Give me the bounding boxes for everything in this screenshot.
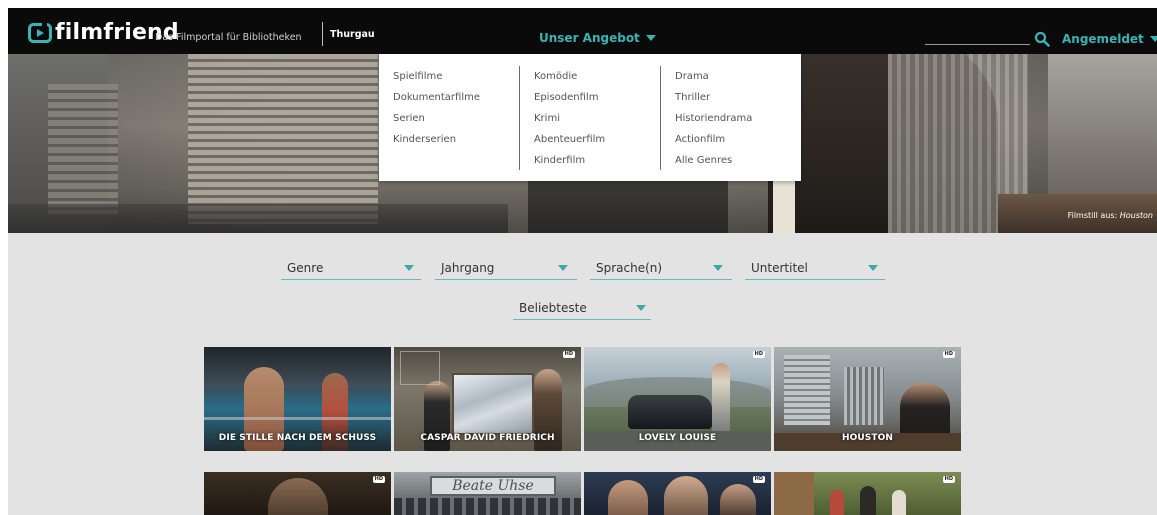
subtitles-filter-select[interactable]: Untertitel	[745, 258, 885, 280]
hero-caption-title: Houston	[1119, 211, 1153, 220]
menu-item-episodenfilm[interactable]: Episodenfilm	[534, 87, 605, 108]
offer-dropdown-menu: Spielfilme Dokumentarfilme Serien Kinder…	[379, 54, 801, 181]
hero-ground	[8, 204, 508, 233]
menu-item-kinderfilm[interactable]: Kinderfilm	[534, 150, 605, 171]
chevron-down-icon	[404, 265, 414, 271]
menu-item-historiendrama[interactable]: Historiendrama	[675, 108, 752, 129]
tile-building	[774, 472, 814, 515]
filter-label: Genre	[287, 261, 324, 275]
tile-figure	[268, 478, 328, 515]
movie-tile[interactable]: HD	[584, 472, 771, 515]
movie-title: HOUSTON	[842, 433, 893, 443]
chevron-down-icon	[713, 265, 723, 271]
tile-figure	[664, 476, 708, 515]
movie-tile[interactable]: HD LOVELY LOUISE	[584, 347, 771, 451]
hd-badge: HD	[942, 476, 955, 483]
menu-column-genres-a: Komödie Episodenfilm Krimi Abenteuerfilm…	[534, 66, 605, 171]
menu-divider	[660, 66, 661, 170]
menu-item-spielfilme[interactable]: Spielfilme	[393, 66, 480, 87]
hd-badge: HD	[752, 351, 765, 358]
site-tagline: Das Filmportal für Bibliotheken	[155, 32, 302, 43]
tile-window-frame	[400, 351, 440, 385]
tile-figure	[830, 490, 844, 515]
menu-item-krimi[interactable]: Krimi	[534, 108, 605, 129]
menu-column-genres-b: Drama Thriller Historiendrama Actionfilm…	[675, 66, 752, 171]
hd-badge: HD	[562, 351, 575, 358]
tile-painting	[452, 373, 534, 435]
page: filmfriend Das Filmportal für Bibliothek…	[8, 8, 1157, 515]
hero-caption-prefix: Filmstill aus:	[1067, 211, 1118, 220]
header-divider	[322, 22, 323, 46]
menu-divider	[519, 66, 520, 170]
movie-tile[interactable]: HD CASPAR DAVID FRIEDRICH	[394, 347, 581, 451]
menu-item-drama[interactable]: Drama	[675, 66, 752, 87]
tile-figure	[892, 490, 906, 515]
chevron-down-icon	[558, 265, 568, 271]
play-logo-icon	[28, 23, 52, 43]
movie-tile[interactable]: HD HOUSTON	[774, 347, 961, 451]
menu-item-serien[interactable]: Serien	[393, 108, 480, 129]
offer-menu-label: Unser Angebot	[539, 31, 640, 45]
chevron-down-icon	[636, 305, 646, 311]
search-icon[interactable]	[1034, 31, 1050, 47]
filter-label: Sprache(n)	[596, 261, 663, 275]
genre-filter-select[interactable]: Genre	[281, 258, 421, 280]
menu-item-kinderserien[interactable]: Kinderserien	[393, 129, 480, 150]
account-label: Angemeldet	[1062, 32, 1144, 46]
tile-figure	[712, 363, 730, 439]
hero-building	[188, 54, 378, 224]
tile-scene	[204, 347, 391, 387]
hd-badge: HD	[942, 351, 955, 358]
menu-column-formats: Spielfilme Dokumentarfilme Serien Kinder…	[393, 66, 480, 150]
tile-figure	[720, 484, 756, 515]
menu-item-dokumentarfilme[interactable]: Dokumentarfilme	[393, 87, 480, 108]
tile-storefront	[394, 498, 581, 515]
movie-tile[interactable]: HD	[204, 472, 391, 515]
chevron-down-icon	[1149, 36, 1157, 42]
menu-item-komoedie[interactable]: Komödie	[534, 66, 605, 87]
tile-car	[628, 395, 712, 429]
menu-item-alle-genres[interactable]: Alle Genres	[675, 150, 752, 171]
movie-title: LOVELY LOUISE	[638, 433, 717, 443]
library-name: Thurgau	[330, 29, 375, 40]
language-filter-select[interactable]: Sprache(n)	[590, 258, 732, 280]
top-navigation-bar: filmfriend Das Filmportal für Bibliothek…	[8, 8, 1157, 54]
tile-shop-sign: Beate Uhse	[430, 476, 556, 496]
tile-railing	[204, 417, 391, 420]
tile-figure	[608, 480, 648, 515]
menu-item-thriller[interactable]: Thriller	[675, 87, 752, 108]
menu-item-actionfilm[interactable]: Actionfilm	[675, 129, 752, 150]
year-filter-select[interactable]: Jahrgang	[435, 258, 577, 280]
hero-building	[48, 84, 118, 214]
movie-tile[interactable]: Beate Uhse	[394, 472, 581, 515]
filter-label: Untertitel	[751, 261, 808, 275]
search-input[interactable]	[925, 44, 1030, 45]
chevron-down-icon	[645, 35, 656, 41]
chevron-down-icon	[868, 265, 878, 271]
movie-tile[interactable]: DIE STILLE NACH DEM SCHUSS	[204, 347, 391, 451]
filter-label: Jahrgang	[441, 261, 495, 275]
tile-skyline	[784, 355, 830, 425]
movie-tile[interactable]: HD	[774, 472, 961, 515]
hd-badge: HD	[752, 476, 765, 483]
hero-person-collar	[773, 174, 795, 233]
hd-badge: HD	[372, 476, 385, 483]
hero-caption: Filmstill aus: Houston	[1068, 211, 1153, 221]
movie-title: DIE STILLE NACH DEM SCHUSS	[218, 433, 377, 443]
menu-item-abenteuerfilm[interactable]: Abenteuerfilm	[534, 129, 605, 150]
sort-select[interactable]: Beliebteste	[513, 298, 651, 320]
movie-title: CASPAR DAVID FRIEDRICH	[420, 433, 555, 443]
tile-skyline	[844, 367, 884, 425]
offer-menu-toggle[interactable]: Unser Angebot	[539, 30, 656, 46]
filter-label: Beliebteste	[519, 301, 587, 315]
account-menu-toggle[interactable]: Angemeldet	[1062, 31, 1157, 47]
tile-figure	[860, 486, 876, 515]
